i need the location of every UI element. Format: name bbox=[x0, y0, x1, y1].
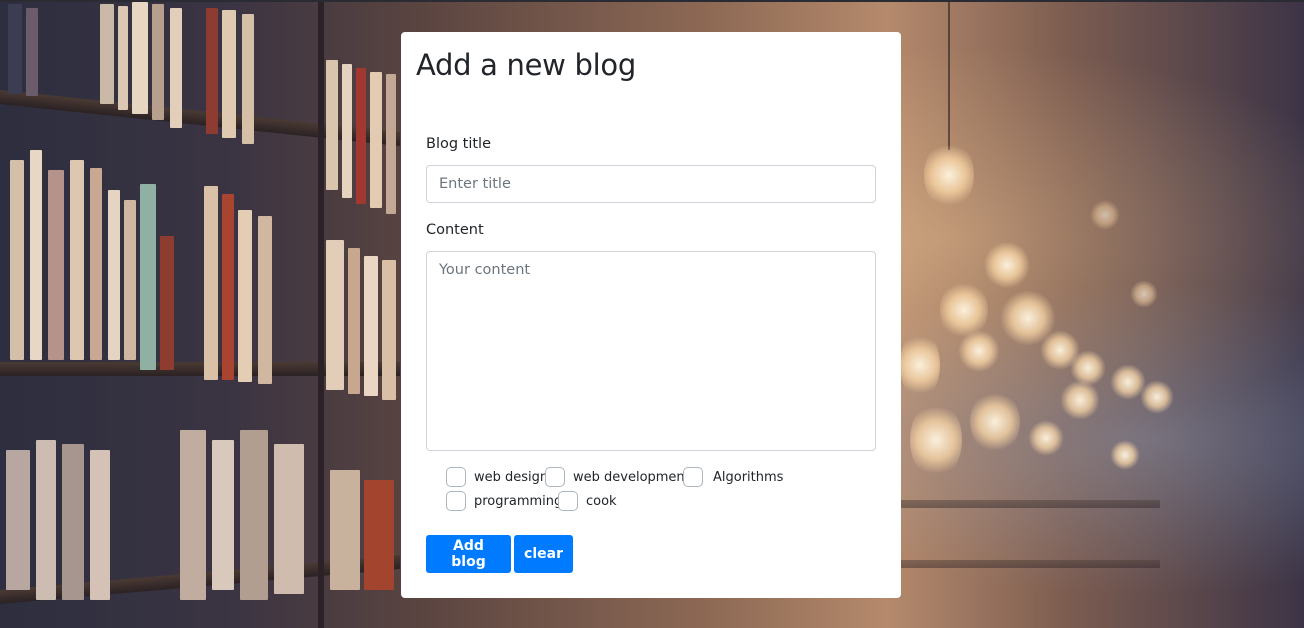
book bbox=[100, 4, 114, 104]
book bbox=[180, 430, 206, 600]
book bbox=[70, 160, 84, 360]
book bbox=[364, 480, 394, 590]
light-bulb bbox=[1090, 200, 1120, 230]
bulb-wire bbox=[948, 0, 950, 150]
book bbox=[238, 210, 252, 382]
tag-checkbox-web-design[interactable]: web design bbox=[446, 466, 548, 488]
checkbox-box[interactable] bbox=[683, 467, 703, 487]
add-blog-button[interactable]: Add blog bbox=[426, 535, 511, 573]
book bbox=[242, 14, 254, 144]
book bbox=[206, 8, 218, 134]
shelf-plank bbox=[900, 500, 1160, 508]
content-textarea[interactable] bbox=[426, 251, 876, 451]
book bbox=[90, 168, 102, 360]
book bbox=[342, 64, 352, 198]
book bbox=[326, 240, 344, 390]
light-bulb bbox=[1028, 420, 1064, 456]
book bbox=[36, 440, 56, 600]
book bbox=[170, 8, 182, 128]
book bbox=[6, 450, 30, 590]
light-bulb bbox=[1110, 440, 1140, 470]
book bbox=[382, 260, 396, 400]
tag-label: Algorithms bbox=[713, 469, 784, 485]
tag-label: web development bbox=[573, 469, 690, 485]
book bbox=[132, 2, 148, 114]
book bbox=[222, 10, 236, 138]
shelf-plank bbox=[0, 90, 400, 147]
shelf-divider bbox=[318, 0, 324, 628]
content-label: Content bbox=[426, 222, 484, 238]
tag-label: cook bbox=[586, 493, 617, 509]
book bbox=[386, 74, 396, 214]
book bbox=[212, 440, 234, 590]
light-bulb bbox=[970, 390, 1020, 454]
book bbox=[152, 4, 164, 120]
tag-checkbox-web-development[interactable]: web development bbox=[545, 466, 690, 488]
tag-checkbox-algorithms[interactable]: Algorithms bbox=[683, 466, 783, 488]
checkbox-box[interactable] bbox=[446, 491, 466, 511]
page-title: Add a new blog bbox=[416, 48, 636, 82]
light-bulb bbox=[924, 140, 974, 210]
tag-checkbox-programming[interactable]: programming bbox=[446, 490, 562, 512]
light-bulb bbox=[1130, 280, 1158, 308]
book bbox=[10, 160, 24, 360]
light-bulb bbox=[900, 330, 940, 400]
light-bulb bbox=[985, 240, 1029, 290]
checkbox-box[interactable] bbox=[545, 467, 565, 487]
blog-title-input[interactable] bbox=[426, 165, 876, 203]
top-border bbox=[0, 0, 1304, 2]
book bbox=[258, 216, 272, 384]
book bbox=[124, 200, 136, 360]
add-blog-card: Add a new blog Blog title Content web de… bbox=[401, 32, 901, 598]
book bbox=[356, 68, 366, 204]
book bbox=[222, 194, 234, 380]
book bbox=[364, 256, 378, 396]
book bbox=[330, 470, 360, 590]
light-bulb bbox=[910, 400, 962, 480]
book bbox=[26, 8, 38, 96]
book bbox=[348, 248, 360, 394]
shelf-plank bbox=[900, 560, 1160, 568]
book bbox=[108, 190, 120, 360]
book bbox=[8, 4, 22, 94]
light-bulb bbox=[958, 330, 1000, 372]
book bbox=[204, 186, 218, 380]
light-bulb bbox=[1060, 380, 1100, 420]
tag-checkbox-cook[interactable]: cook bbox=[558, 490, 617, 512]
checkbox-box[interactable] bbox=[446, 467, 466, 487]
book bbox=[370, 72, 382, 208]
tag-label: web design bbox=[474, 469, 549, 485]
book bbox=[274, 444, 304, 594]
clear-button[interactable]: clear bbox=[514, 535, 573, 573]
book bbox=[160, 236, 174, 370]
book bbox=[48, 170, 64, 360]
book bbox=[62, 444, 84, 600]
book bbox=[240, 430, 268, 600]
book bbox=[140, 184, 156, 370]
light-bulb bbox=[1140, 380, 1174, 414]
blog-title-label: Blog title bbox=[426, 136, 492, 152]
book bbox=[30, 150, 42, 360]
book bbox=[118, 6, 128, 110]
book bbox=[90, 450, 110, 600]
checkbox-box[interactable] bbox=[558, 491, 578, 511]
tag-label: programming bbox=[474, 493, 563, 509]
book bbox=[326, 60, 338, 190]
